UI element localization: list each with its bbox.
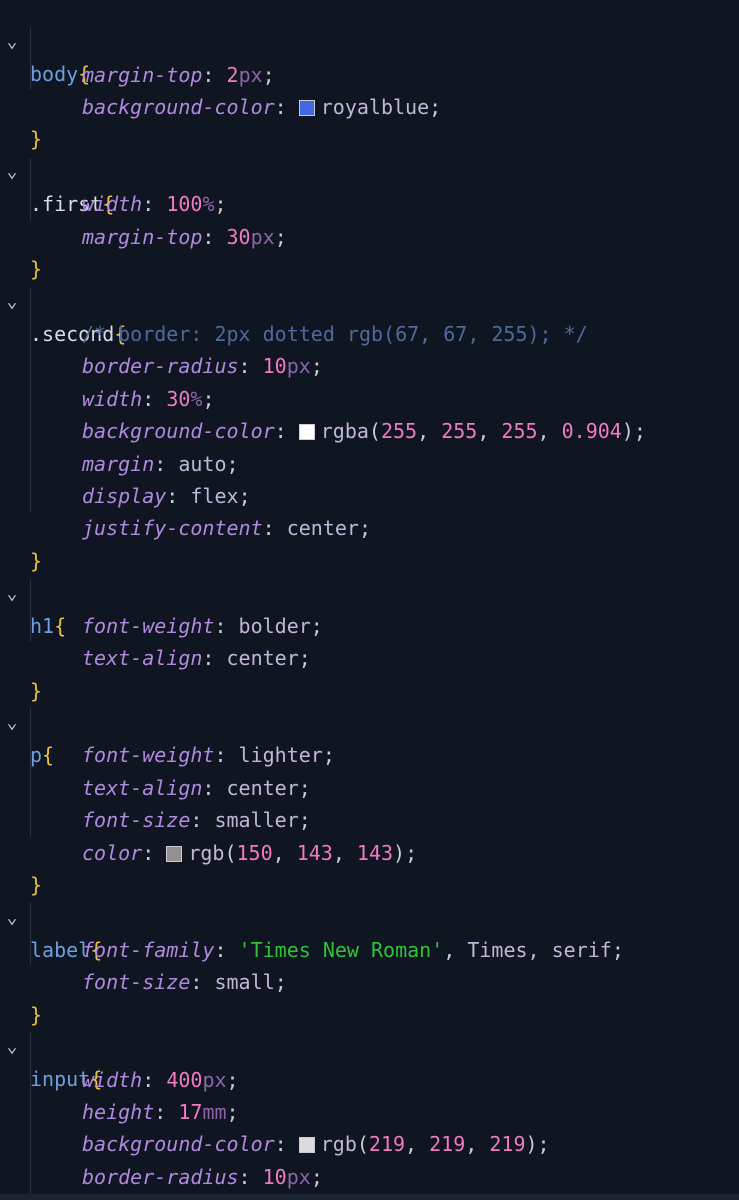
code-line[interactable]: ⌄ body{ bbox=[0, 0, 739, 86]
code-line[interactable]: background-color: rgb(219, 219, 219); bbox=[0, 1096, 739, 1156]
code-line[interactable]: font-weight: bolder; bbox=[0, 578, 739, 638]
code-line[interactable]: ⌄ .first{ bbox=[0, 124, 739, 216]
code-line[interactable]: ⌄ label{ bbox=[0, 870, 739, 962]
code-line[interactable]: font-weight: lighter; bbox=[0, 707, 739, 767]
code-line[interactable]: height: 17mm; bbox=[0, 1064, 739, 1124]
code-line[interactable]: } bbox=[0, 967, 739, 1027]
code-line[interactable]: border-radius: 10px; bbox=[0, 1129, 739, 1189]
code-line[interactable]: text-align: center; bbox=[0, 740, 739, 800]
code-line[interactable]: text-align: center; bbox=[0, 610, 739, 670]
code-line[interactable]: ⌄ .second{ bbox=[0, 254, 739, 346]
code-line[interactable]: font-family: 'Times New Roman', Times, s… bbox=[0, 902, 739, 962]
code-line[interactable]: font-size: small; bbox=[0, 934, 739, 994]
code-line[interactable]: margin-top: 30px; bbox=[0, 189, 739, 249]
code-line[interactable]: justify-content: center; bbox=[0, 480, 739, 540]
code-line[interactable]: margin: auto; bbox=[0, 416, 739, 476]
code-line[interactable]: margin-top: 2px; bbox=[0, 27, 739, 87]
code-line[interactable]: ⌄ input{ bbox=[0, 999, 739, 1091]
code-line[interactable]: background-color: rgba(255, 255, 255, 0.… bbox=[0, 383, 739, 443]
code-line[interactable]: font-size: smaller; bbox=[0, 772, 739, 832]
code-line[interactable]: width: 100%; bbox=[0, 156, 739, 216]
code-line[interactable]: border-radius: 10px; bbox=[0, 318, 739, 378]
code-line[interactable]: ⌄ h1{ bbox=[0, 546, 739, 638]
code-line[interactable]: display: flex; bbox=[0, 448, 739, 508]
code-line[interactable]: /* border: 2px dotted rgb(67, 67, 255); … bbox=[0, 286, 739, 346]
code-line[interactable]: } bbox=[0, 513, 739, 573]
horizontal-scrollbar[interactable] bbox=[0, 1194, 739, 1200]
code-line[interactable]: border: none; bbox=[0, 1161, 739, 1200]
code-line[interactable]: color: rgb(150, 143, 143); bbox=[0, 805, 739, 865]
code-line[interactable]: ⌄ p{ bbox=[0, 675, 739, 767]
code-line[interactable]: width: 400px; bbox=[0, 1032, 739, 1092]
code-line[interactable]: width: 30%; bbox=[0, 351, 739, 411]
code-line[interactable]: } bbox=[0, 837, 739, 897]
code-line[interactable]: background-color: royalblue; bbox=[0, 59, 739, 119]
code-editor[interactable]: ⌄ body{ margin-top: 2px; background-colo… bbox=[0, 0, 739, 1200]
code-line[interactable]: } bbox=[0, 221, 739, 281]
code-line[interactable]: } bbox=[0, 643, 739, 703]
code-line[interactable]: } bbox=[0, 91, 739, 151]
